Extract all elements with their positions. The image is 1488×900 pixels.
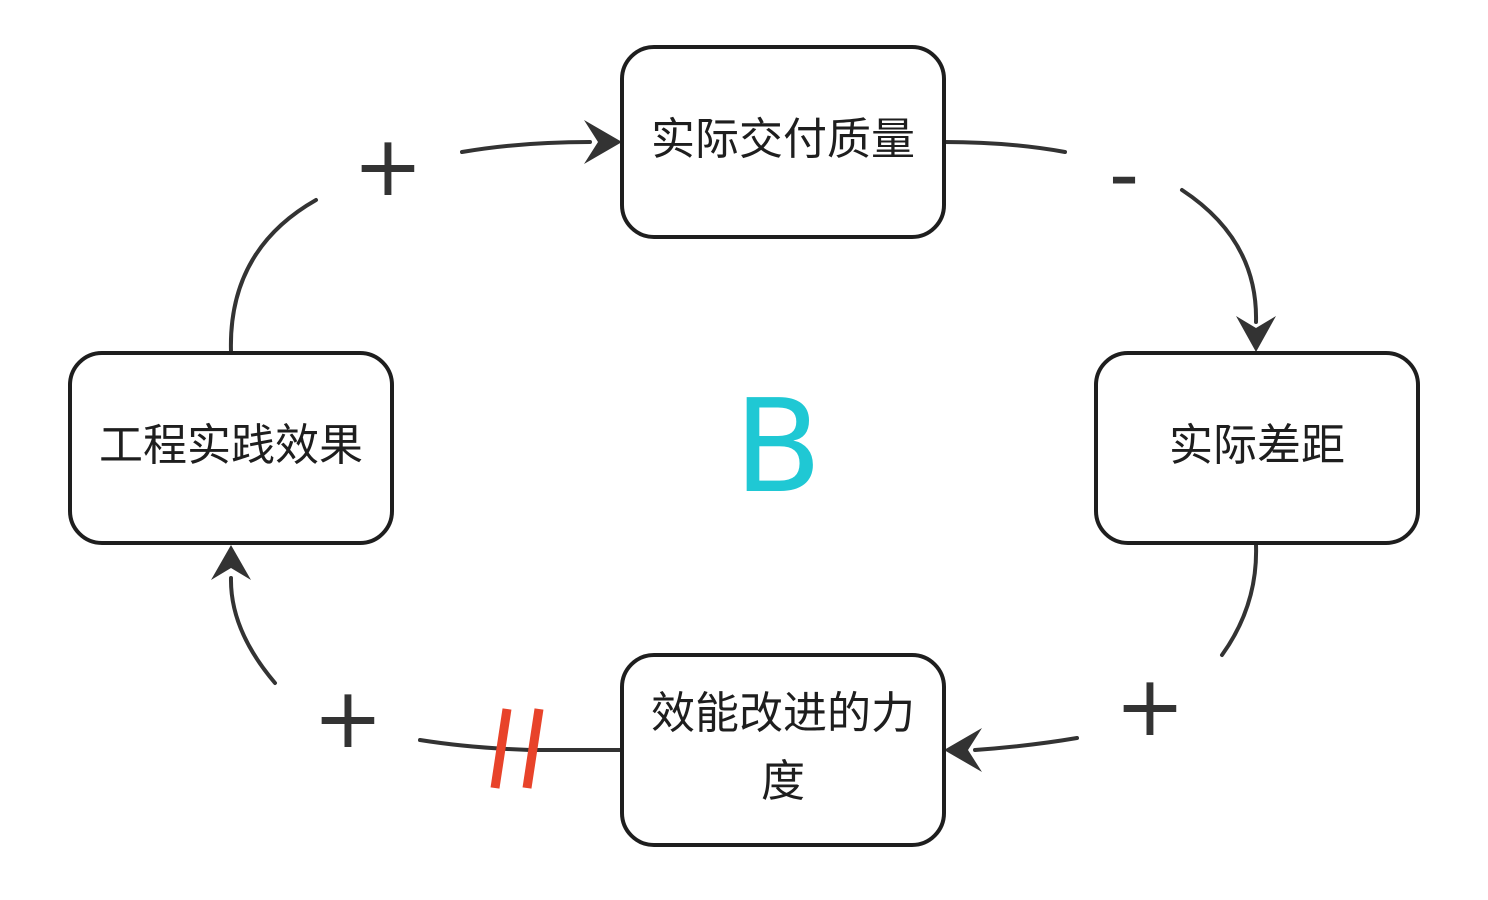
polarity-sign-practice-to-quality: + [353, 117, 423, 215]
arrowhead-up-icon [211, 545, 251, 580]
polarity-sign-effort-to-practice: + [313, 669, 383, 767]
node-label: 工程实践效果 [99, 420, 363, 471]
node-actual-delivery-quality: 实际交付质量 [620, 45, 946, 239]
node-improvement-effort: 效能改进的力 度 [620, 653, 946, 847]
polarity-sign-gap-to-effort: + [1115, 657, 1185, 755]
causal-loop-diagram: - + + + 实际交付质量 实际差距 效能改进的力 度 工程实践效果 B [68, 45, 1420, 847]
delay-mark-line-2 [522, 708, 544, 789]
delay-mark-line-1 [490, 708, 512, 789]
loop-type-label: B [734, 373, 822, 522]
node-label: 实际交付质量 [651, 114, 915, 165]
node-label: 实际差距 [1169, 420, 1345, 471]
link-practice-to-quality: + [228, 117, 622, 354]
link-effort-to-practice: + [211, 545, 622, 789]
node-actual-gap: 实际差距 [1094, 351, 1420, 545]
link-gap-to-effort: + [944, 543, 1259, 772]
node-label-line-1: 效能改进的力 [651, 688, 915, 739]
polarity-sign-quality-to-gap: - [1109, 125, 1139, 223]
link-quality-to-gap: - [942, 125, 1276, 352]
node-engineering-practice-effect: 工程实践效果 [68, 351, 394, 545]
node-label-line-2: 度 [761, 756, 805, 807]
